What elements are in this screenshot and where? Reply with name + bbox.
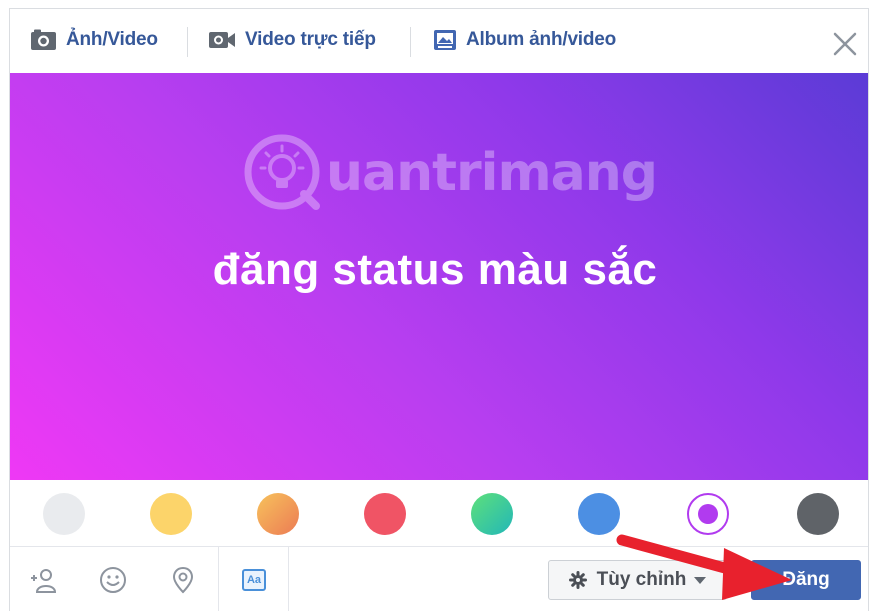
- photo-album-icon: [433, 29, 457, 51]
- composer-tabs-bar: Ảnh/Video Video trực tiếp Album ảnh/vide…: [10, 9, 868, 73]
- gear-icon: [568, 571, 587, 589]
- color-swatch-orange[interactable]: [257, 493, 299, 535]
- custom-privacy-label: Tùy chỉnh: [596, 569, 687, 590]
- tab-divider: [410, 27, 411, 57]
- tab-photo-video[interactable]: Ảnh/Video: [30, 27, 158, 53]
- tab-live-video-label: Video trực tiếp: [245, 29, 376, 50]
- tab-photo-video-label: Ảnh/Video: [66, 29, 158, 50]
- toolbar-divider: [288, 547, 289, 611]
- smiley-icon[interactable]: [98, 565, 128, 595]
- status-text[interactable]: đăng status màu sắc: [10, 245, 868, 295]
- close-icon[interactable]: [832, 31, 858, 57]
- color-swatch-gray[interactable]: [43, 493, 85, 535]
- color-swatch-blue[interactable]: [578, 493, 620, 535]
- camera-icon: [30, 29, 57, 51]
- watermark-text: uantrimang: [326, 143, 658, 203]
- color-swatch-red[interactable]: [364, 493, 406, 535]
- text-style-aa-icon[interactable]: Aa: [239, 565, 269, 595]
- post-button-label: Đăng: [782, 569, 830, 590]
- tab-photo-album-label: Album ảnh/video: [466, 29, 617, 50]
- tab-photo-album[interactable]: Album ảnh/video: [433, 27, 616, 53]
- toolbar-divider: [218, 547, 219, 611]
- tag-friends-icon[interactable]: [28, 565, 58, 595]
- post-button[interactable]: Đăng: [751, 560, 861, 600]
- color-swatch-yellow[interactable]: [150, 493, 192, 535]
- watermark-logo: uantrimang: [242, 133, 658, 213]
- composer-bottom-toolbar: Aa Tùy chỉnh Đăng: [10, 547, 868, 611]
- text-style-label: Aa: [242, 569, 266, 591]
- color-swatch-green[interactable]: [471, 493, 513, 535]
- chevron-down-icon: [694, 576, 707, 584]
- status-canvas[interactable]: uantrimang đăng status màu sắc: [10, 73, 868, 480]
- custom-privacy-button[interactable]: Tùy chỉnh: [548, 560, 727, 600]
- location-pin-icon[interactable]: [168, 565, 198, 595]
- video-camera-icon: [208, 30, 236, 50]
- tab-live-video[interactable]: Video trực tiếp: [208, 27, 376, 53]
- lightbulb-logo-icon: [244, 134, 320, 210]
- color-swatch-purple-selected[interactable]: [687, 493, 729, 535]
- color-swatch-dark-gray[interactable]: [797, 493, 839, 535]
- tab-divider: [187, 27, 188, 57]
- background-color-picker: [10, 480, 868, 547]
